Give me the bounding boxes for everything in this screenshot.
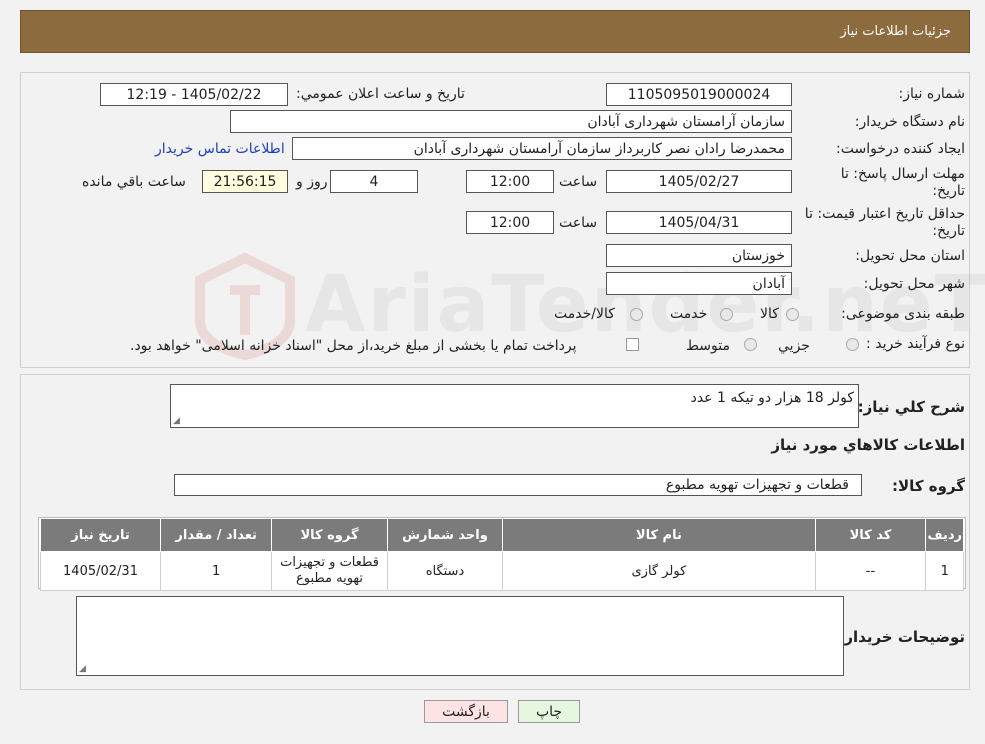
buyer-org-field: سازمان آرامستان شهرداری آبادان: [230, 110, 792, 133]
creator-field: محمدرضا رادان نصر کاربرداز سازمان آرامست…: [292, 137, 792, 160]
treasury-payment-checkbox[interactable]: [626, 338, 639, 351]
buyer-contact-link[interactable]: اطلاعات تماس خریدار: [155, 141, 285, 157]
col-header-goods-group: گروه کالا: [271, 518, 388, 552]
province-label: استان محل تحویل:: [855, 248, 965, 264]
category-goods-service-label: کالا/خدمت: [554, 306, 615, 322]
page-title: جزئیات اطلاعات نیاز: [840, 24, 951, 39]
process-medium-radio[interactable]: [744, 338, 757, 351]
remaining-time-field: 21:56:15: [202, 170, 288, 193]
days-field: 4: [330, 170, 418, 193]
cell-item-code: --: [814, 551, 927, 591]
days-label: روز و: [296, 174, 328, 190]
summary-textarea[interactable]: کولر 18 هزار دو تیکه 1 عدد ◢: [170, 384, 859, 428]
validity-time-label: ساعت: [559, 215, 598, 231]
resize-grip-icon[interactable]: ◢: [173, 417, 181, 426]
goods-group-field: قطعات و تجهیزات تهویه مطبوع: [174, 474, 862, 496]
need-number-label: شماره نیاز:: [898, 86, 966, 102]
cell-goods-group: قطعات و تجهیزات تهویه مطبوع: [271, 551, 388, 591]
cell-quantity: 1: [160, 551, 273, 591]
province-field: خوزستان: [606, 244, 792, 267]
cell-need-date: 1405/02/31: [39, 551, 162, 591]
process-minor-radio[interactable]: [846, 338, 859, 351]
need-number-field: 1105095019000024: [606, 83, 792, 106]
announce-field: 1405/02/22 - 12:19: [100, 83, 288, 106]
remaining-time-label: ساعت باقي مانده: [82, 174, 186, 190]
col-header-item-code: کد کالا: [814, 518, 927, 552]
category-goods-service-radio[interactable]: [630, 308, 643, 321]
process-medium-label: متوسط: [686, 338, 730, 354]
col-header-row-number: ردیف: [925, 518, 964, 552]
col-header-unit: واحد شمارش: [386, 518, 504, 552]
city-field: آبادان: [606, 272, 792, 295]
summary-label: شرح کلي نیاز:: [857, 398, 965, 416]
buyer-notes-label: توضیحات خریدار:: [838, 628, 965, 646]
cell-unit: دستگاه: [386, 551, 504, 591]
cell-item-name: کولر گازی: [502, 551, 816, 591]
cell-row-number: 1: [925, 551, 964, 591]
city-label: شهر محل تحویل:: [863, 276, 965, 292]
payment-note: پرداخت تمام یا بخشی از مبلغ خرید،از محل …: [130, 338, 577, 354]
announce-label: تاریخ و ساعت اعلان عمومي:: [296, 86, 465, 102]
reply-time-field: 12:00: [466, 170, 554, 193]
print-button[interactable]: چاپ: [518, 700, 580, 723]
reply-time-label: ساعت: [559, 174, 598, 190]
min-validity-label: حداقل تاریخ اعتبار قیمت: تا تاریخ:: [804, 206, 965, 239]
resize-grip-icon[interactable]: ◢: [79, 665, 87, 674]
reply-deadline-label: مهلت ارسال پاسخ: تا تاریخ:: [840, 166, 965, 199]
back-button[interactable]: بازگشت: [424, 700, 508, 723]
category-goods-label: کالا: [760, 306, 779, 322]
table-row: 1 -- کولر گازی دستگاه قطعات و تجهیزات ته…: [39, 551, 964, 591]
goods-info-title: اطلاعات کالاهاي مورد نیاز: [771, 436, 965, 454]
category-label: طبقه بندی موضوعی:: [841, 306, 965, 322]
items-table-header-row: ردیف کد کالا نام کالا واحد شمارش گروه کا…: [39, 518, 964, 552]
validity-date-field: 1405/04/31: [606, 211, 792, 234]
category-goods-radio[interactable]: [786, 308, 799, 321]
page-header: جزئیات اطلاعات نیاز: [20, 10, 970, 53]
creator-label: ایجاد کننده درخواست:: [836, 141, 965, 157]
col-header-item-name: نام کالا: [502, 518, 816, 552]
reply-date-field: 1405/02/27: [606, 170, 792, 193]
process-minor-label: جزیي: [778, 338, 810, 354]
goods-group-label: گروه کالا:: [892, 477, 965, 495]
validity-time-field: 12:00: [466, 211, 554, 234]
summary-text: کولر 18 هزار دو تیکه 1 عدد: [690, 390, 854, 406]
col-header-quantity: تعداد / مقدار: [160, 518, 273, 552]
category-service-label: خدمت: [670, 306, 708, 322]
buyer-notes-textarea[interactable]: ◢: [76, 596, 844, 676]
process-label: نوع فرآیند خرید :: [866, 336, 965, 352]
category-service-radio[interactable]: [720, 308, 733, 321]
col-header-need-date: تاریخ نیاز: [39, 518, 162, 552]
buyer-org-label: نام دستگاه خریدار:: [854, 114, 965, 130]
items-table: ردیف کد کالا نام کالا واحد شمارش گروه کا…: [39, 518, 964, 591]
